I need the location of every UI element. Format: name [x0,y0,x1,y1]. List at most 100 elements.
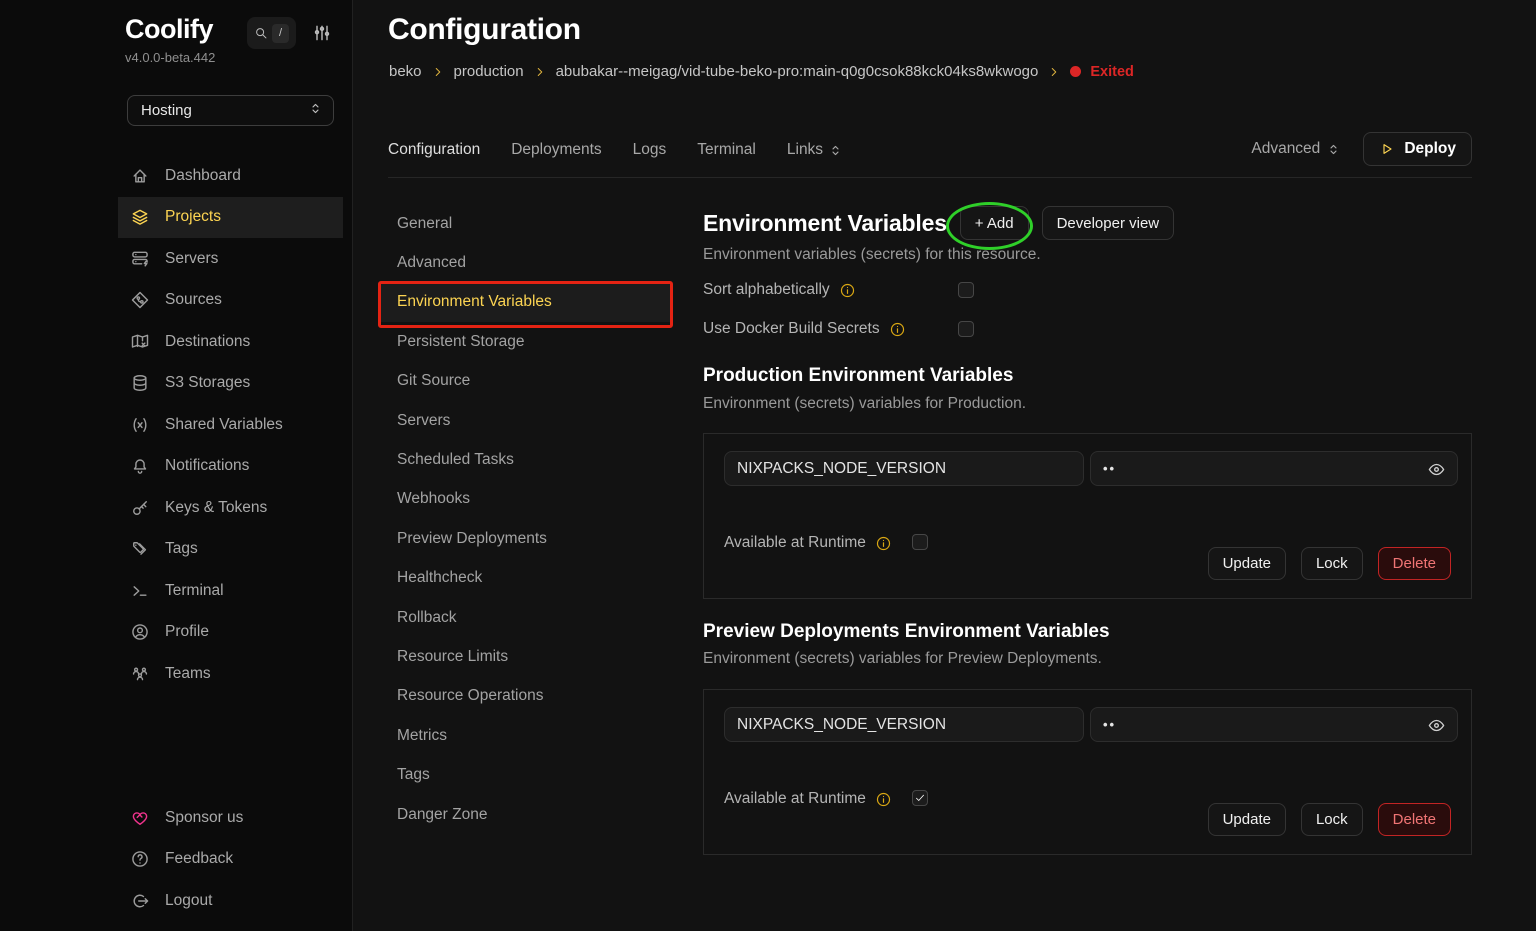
advanced-menu[interactable]: Advanced [1251,140,1341,158]
page-title: Configuration [388,13,581,47]
sidebar-item-dashboard[interactable]: Dashboard [118,155,343,197]
home-icon [130,166,150,186]
preview-env-subtitle: Environment (secrets) variables for Prev… [703,650,1102,668]
subnav-rollback[interactable]: Rollback [381,598,671,637]
subnav-metrics[interactable]: Metrics [381,716,671,755]
app-logo[interactable]: Coolify [125,14,213,45]
deploy-button[interactable]: Deploy [1363,132,1472,166]
env-section-subtitle: Environment variables (secrets) for this… [703,246,1041,264]
sidebar-item-sponsor[interactable]: Sponsor us [118,797,343,839]
sidebar-item-label: S3 Storages [165,374,250,392]
sidebar-item-shared-variables[interactable]: Shared Variables [118,404,343,446]
update-button[interactable]: Update [1208,547,1286,580]
subnav-persistent-storage[interactable]: Persistent Storage [381,322,671,361]
subnav-danger-zone[interactable]: Danger Zone [381,795,671,834]
sidebar-item-s3-storages[interactable]: S3 Storages [118,363,343,405]
sidebar-item-label: Teams [165,665,211,683]
search-button[interactable]: / [247,17,296,49]
tabs-right-actions: Advanced Deploy [1251,132,1472,166]
subnav-resource-operations[interactable]: Resource Operations [381,677,671,716]
available-at-runtime-checkbox[interactable] [912,790,928,806]
team-select[interactable]: Hosting [127,95,334,126]
subnav-tags[interactable]: Tags [381,755,671,794]
sidebar-item-label: Projects [165,208,221,226]
add-env-variable-button[interactable]: + Add [960,206,1029,240]
breadcrumb-project[interactable]: beko [389,63,422,80]
play-icon [1379,141,1395,157]
heart-hands-icon [130,808,150,828]
info-icon[interactable] [875,535,892,552]
subnav-git-source[interactable]: Git Source [381,362,671,401]
terminal-icon [130,581,150,601]
sidebar-item-teams[interactable]: Teams [118,653,343,695]
settings-sliders-button[interactable] [312,23,334,45]
env-value-input[interactable]: •• [1090,707,1458,742]
sidebar-item-notifications[interactable]: Notifications [118,446,343,488]
developer-view-button[interactable]: Developer view [1042,206,1175,240]
subnav-preview-deployments[interactable]: Preview Deployments [381,519,671,558]
tab-logs[interactable]: Logs [633,141,667,159]
breadcrumb: beko production abubakar--meigag/vid-tub… [389,63,1134,80]
show-value-button[interactable] [1427,716,1446,738]
info-icon[interactable] [889,321,906,338]
sidebar-item-sources[interactable]: Sources [118,280,343,322]
info-icon[interactable] [875,791,892,808]
sidebar-item-feedback[interactable]: Feedback [118,839,343,881]
sidebar-item-profile[interactable]: Profile [118,612,343,654]
subnav-advanced[interactable]: Advanced [381,243,671,282]
production-env-card: NIXPACKS_NODE_VERSION •• Available at Ru… [703,433,1472,599]
chevron-right-icon [1047,65,1061,79]
docker-build-secrets-checkbox[interactable] [958,321,974,337]
env-value-input[interactable]: •• [1090,451,1458,486]
env-key-input[interactable]: NIXPACKS_NODE_VERSION [724,451,1084,486]
sidebar-item-label: Logout [165,892,212,910]
sidebar-item-label: Tags [165,540,198,558]
sidebar-item-tags[interactable]: Tags [118,529,343,571]
sidebar-item-logout[interactable]: Logout [118,880,343,922]
subnav-scheduled-tasks[interactable]: Scheduled Tasks [381,440,671,479]
sidebar-item-label: Feedback [165,850,233,868]
tab-configuration[interactable]: Configuration [388,141,480,159]
sidebar-item-label: Keys & Tokens [165,499,267,517]
sort-alphabetically-checkbox[interactable] [958,282,974,298]
subnav-resource-limits[interactable]: Resource Limits [381,637,671,676]
variable-icon [130,415,150,435]
subnav-webhooks[interactable]: Webhooks [381,480,671,519]
sidebar-item-servers[interactable]: Servers [118,238,343,280]
subnav-servers[interactable]: Servers [381,401,671,440]
env-key-input[interactable]: NIXPACKS_NODE_VERSION [724,707,1084,742]
subnav-general[interactable]: General [381,204,671,243]
resource-tabs: Configuration Deployments Logs Terminal … [388,138,843,162]
available-at-runtime-row: Available at Runtime [724,790,892,808]
sidebar-item-terminal[interactable]: Terminal [118,570,343,612]
available-at-runtime-checkbox[interactable] [912,534,928,550]
breadcrumb-environment[interactable]: production [454,63,524,80]
subnav-healthcheck[interactable]: Healthcheck [381,559,671,598]
sidebar-item-destinations[interactable]: Destinations [118,321,343,363]
sidebar-item-projects[interactable]: Projects [118,197,343,239]
key-icon [130,498,150,518]
env-card-actions: Update Lock Delete [1208,803,1451,836]
update-button[interactable]: Update [1208,803,1286,836]
env-header: Environment Variables + Add Developer vi… [703,206,1174,240]
check-icon [914,792,926,804]
tab-links[interactable]: Links [787,141,843,159]
tab-deployments[interactable]: Deployments [511,141,601,159]
subnav-environment-variables[interactable]: Environment Variables [381,283,671,322]
lock-button[interactable]: Lock [1301,547,1363,580]
search-icon [254,26,268,40]
sidebar-item-keys-tokens[interactable]: Keys & Tokens [118,487,343,529]
status-dot [1070,66,1081,77]
delete-button[interactable]: Delete [1378,547,1451,580]
tab-terminal[interactable]: Terminal [697,141,756,159]
info-icon[interactable] [839,282,856,299]
available-at-runtime-label: Available at Runtime [724,790,866,808]
lock-button[interactable]: Lock [1301,803,1363,836]
docker-build-secrets-label: Use Docker Build Secrets [703,320,880,338]
chevron-updown-icon [1326,142,1341,157]
breadcrumb-resource[interactable]: abubakar--meigag/vid-tube-beko-pro:main-… [556,63,1039,80]
configuration-subnav: General Advanced Environment Variables P… [381,204,671,834]
logout-icon [130,891,150,911]
show-value-button[interactable] [1427,460,1446,482]
delete-button[interactable]: Delete [1378,803,1451,836]
